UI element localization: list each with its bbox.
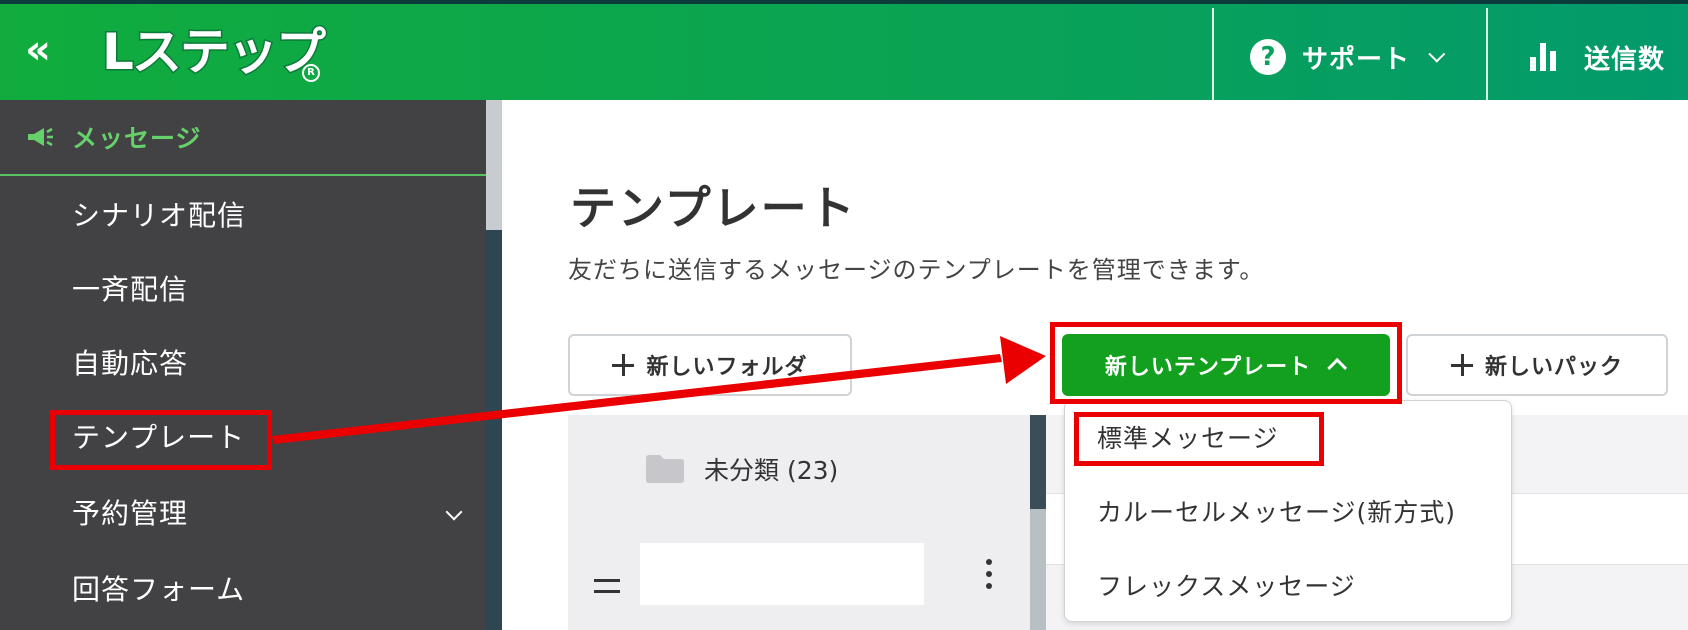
drag-handle-icon[interactable] [594, 579, 620, 593]
support-menu[interactable]: ? サポート [1250, 38, 1446, 76]
menu-item-carousel-message[interactable]: カルーセルメッセージ(新方式) [1097, 493, 1456, 533]
kebab-menu-icon[interactable] [986, 559, 992, 589]
folder-item[interactable]: 未分類 (23) [646, 451, 838, 487]
folder-name-input[interactable] [640, 543, 924, 605]
menu-item-flex-message[interactable]: フレックスメッセージ [1097, 567, 1356, 607]
annotation-highlight-new-template [1050, 322, 1402, 404]
app-logo[interactable]: Lステップ R [101, 20, 328, 86]
new-folder-label: 新しいフォルダ [646, 355, 808, 380]
page-title: テンプレート [570, 181, 857, 235]
sidebar-item-answer-form[interactable]: 回答フォーム [72, 568, 245, 612]
new-pack-button[interactable]: 新しいパック [1406, 334, 1668, 396]
header-divider [1486, 8, 1488, 104]
send-count-label: 送信数 [1584, 44, 1666, 75]
sidebar-section-message[interactable]: メッセージ [0, 100, 486, 176]
plus-icon [1450, 354, 1473, 376]
sidebar-section-label: メッセージ [72, 124, 202, 153]
folder-icon [646, 455, 684, 483]
double-chevron-left-icon[interactable]: « [18, 30, 58, 72]
annotation-highlight-standard-message [1074, 412, 1324, 466]
registered-mark: R [302, 64, 320, 82]
folder-panel: 未分類 (23) [568, 415, 1048, 630]
plus-icon [612, 354, 635, 376]
app-window: « Lステップ R ? サポート 送信数 メッセージ シナリオ配信 一斉配信 自… [0, 0, 1688, 630]
list-scrollbar-thumb[interactable] [1030, 415, 1046, 509]
header-divider [1212, 8, 1214, 104]
folder-label: 未分類 (23) [704, 456, 839, 485]
sidebar-scrollbar-thumb[interactable] [486, 230, 502, 630]
logo-text: Lステップ [101, 22, 328, 83]
annotation-highlight-sidebar-template [50, 410, 272, 470]
new-folder-button[interactable]: 新しいフォルダ [568, 334, 852, 396]
new-pack-label: 新しいパック [1484, 355, 1623, 380]
support-label: サポート [1302, 44, 1411, 75]
sidebar-item-broadcast[interactable]: 一斉配信 [72, 268, 188, 312]
chevron-down-icon[interactable] [445, 503, 463, 521]
sidebar-item-auto-reply[interactable]: 自動応答 [72, 342, 188, 386]
sidebar: メッセージ シナリオ配信 一斉配信 自動応答 テンプレート 予約管理 回答フォー… [0, 100, 486, 630]
sidebar-item-reservation[interactable]: 予約管理 [72, 492, 188, 536]
bar-chart-icon [1530, 43, 1558, 71]
top-header: « Lステップ R ? サポート 送信数 [0, 0, 1688, 104]
chevron-down-icon [1428, 45, 1446, 63]
send-count-menu[interactable]: 送信数 [1530, 38, 1665, 76]
page-description: 友だちに送信するメッセージのテンプレートを管理できます。 [568, 256, 1265, 284]
megaphone-icon [28, 127, 53, 147]
sidebar-item-scenario[interactable]: シナリオ配信 [72, 194, 246, 238]
question-circle-icon: ? [1250, 39, 1286, 75]
